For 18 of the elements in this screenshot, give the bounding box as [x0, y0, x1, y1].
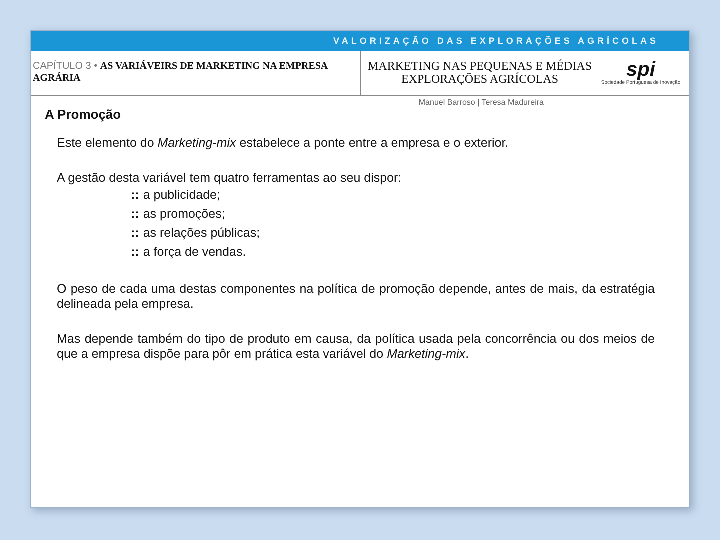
list-item: as promoções;: [143, 206, 226, 223]
authors-text: Manuel Barroso | Teresa Madureira: [418, 98, 544, 107]
paragraph: O peso de cada uma destas componentes na política de promoção depende, antes de mais, da estratégia delineada pela empresa.: [57, 282, 655, 312]
section-heading: A Promoção: [45, 107, 122, 122]
list-item: as relações públicas;: [143, 225, 260, 242]
book-title: MARKETING NAS PEQUENAS E MÉDIAS EXPLORAÇÕES AGRÍCOLAS: [366, 60, 593, 86]
paragraph: Este elemento do Marketing-mix estabelece a ponte entre a empresa e o exterior.: [57, 136, 510, 151]
list-item: a força de vendas.: [143, 244, 246, 261]
bullet-text: ::: [131, 206, 140, 223]
paragraph: Mas depende também do tipo de produto em causa, da política usada pela concorrência ou dos meios de que a empresa dispõe para pôr em prática esta variável do Marketing-mix.: [57, 332, 655, 362]
bullet-text: ::: [131, 244, 140, 261]
list-intro: A gestão desta variável tem quatro ferramentas ao seu dispor:: [57, 171, 403, 186]
chapter-title: CAPÍTULO 3 • AS VARIÁVEIRS DE MARKETING NA EMPRESA AGRÁRIA: [31, 51, 361, 95]
list-item: a publicidade;: [143, 187, 220, 204]
bullet-text: ::: [131, 187, 140, 204]
bullet-text: ::: [131, 225, 140, 242]
banner-title: VALORIZAÇÃO DAS EXPLORAÇÕES AGRÍCOLAS: [333, 36, 659, 46]
logo-text: spi: [626, 60, 656, 80]
